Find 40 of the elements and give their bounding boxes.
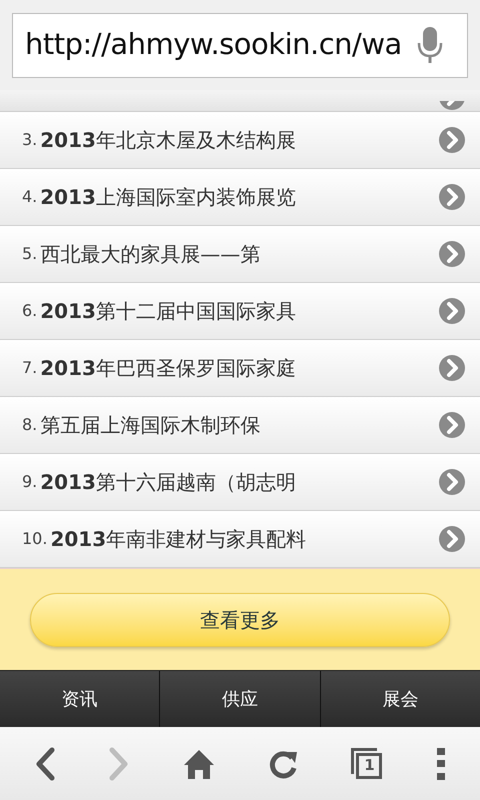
list-item[interactable]: 5.西北最大的家具展——第: [0, 226, 480, 283]
list-item[interactable]: 8.第五届上海国际木制环保: [0, 397, 480, 454]
chevron-right-icon: [438, 525, 466, 553]
view-more-button[interactable]: 查看更多: [30, 592, 450, 646]
item-title: 2013第十六届越南（胡志明: [40, 469, 297, 496]
item-index: 10.: [22, 528, 48, 550]
microphone-icon[interactable]: [417, 26, 444, 64]
item-title: 2013年北京木屋及木结构展: [40, 127, 297, 154]
item-index: 8.: [22, 414, 38, 436]
item-title: 2013第十二届中国国际家具: [40, 298, 297, 325]
item-title: 第五届上海国际木制环保: [40, 412, 262, 439]
chevron-right-icon: [438, 411, 466, 439]
list-item[interactable]: 10.2013年南非建材与家具配料: [0, 511, 480, 568]
item-title: 西北最大的家具展——第: [40, 241, 262, 268]
item-index: 6.: [22, 300, 38, 322]
list-item[interactable]: 3.2013年北京木屋及木结构展: [0, 112, 480, 169]
item-index: 3.: [22, 129, 38, 151]
item-index: 4.: [22, 186, 38, 208]
list-item[interactable]: 4.2013上海国际室内装饰展览: [0, 169, 480, 226]
item-title: 2013年南非建材与家具配料: [50, 526, 308, 553]
url-field[interactable]: http://ahmyw.sookin.cn/wa: [12, 12, 468, 78]
list-item[interactable]: 7.2013年巴西圣保罗国际家庭: [0, 340, 480, 397]
nav-tab[interactable]: 资讯: [0, 671, 160, 727]
chevron-right-icon: [438, 354, 466, 382]
item-index: 7.: [22, 357, 38, 379]
list-item[interactable]: 6.2013第十二届中国国际家具: [0, 283, 480, 340]
item-index: 5.: [22, 243, 38, 265]
chevron-right-icon: [438, 240, 466, 268]
item-title: 2013上海国际室内装饰展览: [40, 184, 297, 211]
chevron-right-icon: [438, 297, 466, 325]
menu-icon[interactable]: [436, 746, 446, 780]
back-icon[interactable]: [34, 746, 56, 780]
item-title: 2013年巴西圣保罗国际家庭: [40, 355, 297, 382]
home-icon[interactable]: [182, 748, 215, 780]
list-item[interactable]: 9.2013第十六届越南（胡志明: [0, 454, 480, 511]
chevron-right-icon: [438, 126, 466, 154]
chevron-right-icon: [438, 183, 466, 211]
chevron-right-icon: [438, 468, 466, 496]
url-text: http://ahmyw.sookin.cn/wa: [25, 26, 402, 64]
item-index: 9.: [22, 471, 38, 493]
